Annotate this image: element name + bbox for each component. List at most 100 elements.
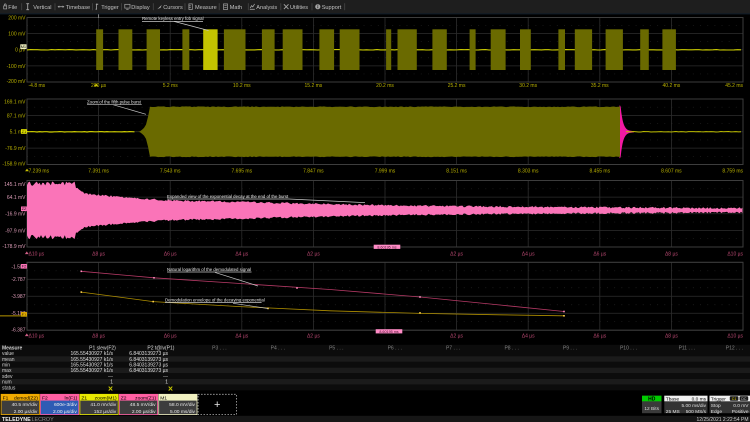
svg-text:35.2 ms: 35.2 ms <box>591 83 609 89</box>
svg-text:Measure: Measure <box>195 5 217 11</box>
svg-text:Δ8 µs: Δ8 µs <box>665 251 678 257</box>
svg-text:Zoom of the fifth pulse burst: Zoom of the fifth pulse burst <box>87 99 142 104</box>
svg-text:7.695 ms: 7.695 ms <box>232 169 253 175</box>
svg-text:600e-3/div: 600e-3/div <box>54 402 77 408</box>
svg-text:Δ10 µs: Δ10 µs <box>727 251 743 257</box>
svg-text:-16.9 mV: -16.9 mV <box>5 212 26 218</box>
svg-text:zoom(M1): zoom(M1) <box>95 395 117 401</box>
svg-text:200 mV: 200 mV <box>8 15 26 21</box>
svg-text:40.5 mV/div: 40.5 mV/div <box>12 402 38 408</box>
svg-text:-3.987: -3.987 <box>11 294 25 300</box>
svg-text:Trigger: Trigger <box>101 5 119 11</box>
svg-text:M1: M1 <box>160 395 167 401</box>
svg-text:0.0 ms: 0.0 ms <box>692 396 707 402</box>
svg-text:1: 1 <box>165 380 168 386</box>
svg-text:Z1: Z1 <box>81 395 87 401</box>
svg-text:7.999 ms: 7.999 ms <box>375 169 396 175</box>
svg-text:Edge: Edge <box>711 409 723 415</box>
svg-text:status: status <box>2 385 16 391</box>
svg-text:15.2 ms: 15.2 ms <box>305 83 323 89</box>
svg-text:LECROY: LECROY <box>32 417 55 422</box>
svg-text:145.1 mV: 145.1 mV <box>4 182 26 188</box>
svg-text:8.455 ms: 8.455 ms <box>590 169 611 175</box>
svg-text:25.2 ms: 25.2 ms <box>448 83 466 89</box>
svg-text:-6.387: -6.387 <box>11 327 25 333</box>
svg-text:Δ10 µs: Δ10 µs <box>29 333 45 339</box>
svg-text:Δ6 µs: Δ6 µs <box>593 333 606 339</box>
svg-text:Δ8 µs: Δ8 µs <box>665 333 678 339</box>
svg-text:5.00 ms/div: 5.00 ms/div <box>170 409 196 415</box>
svg-text:Remote keyless entry fob signa: Remote keyless entry fob signal <box>142 16 204 21</box>
svg-text:2.00 µs/div: 2.00 µs/div <box>14 409 38 415</box>
svg-text:500 MS/s: 500 MS/s <box>686 409 707 415</box>
svg-text:Expanded view of the exponenti: Expanded view of the exponential decay a… <box>167 194 289 199</box>
svg-text:+: + <box>214 399 220 411</box>
svg-text:8.303 ms: 8.303 ms <box>518 169 539 175</box>
svg-text:zoom(Z1): zoom(Z1) <box>135 395 156 401</box>
svg-text:Δ10 µs: Δ10 µs <box>727 333 743 339</box>
svg-text:58.0 mV/div: 58.0 mV/div <box>169 402 195 408</box>
svg-text:Positive: Positive <box>732 409 749 415</box>
svg-text:-178.9 mV: -178.9 mV <box>2 244 26 250</box>
svg-text:Math: Math <box>230 5 242 11</box>
svg-text:Δ2 µs: Δ2 µs <box>307 333 320 339</box>
svg-text:ln(F1): ln(F1) <box>65 395 78 401</box>
svg-text:12 Bits: 12 Bits <box>644 406 659 412</box>
svg-text:Δ10 µs: Δ10 µs <box>29 251 45 257</box>
svg-text:45.2 ms: 45.2 ms <box>725 83 743 89</box>
svg-text:Δ8 µs: Δ8 µs <box>92 333 105 339</box>
svg-text:Demodulation envelope of the d: Demodulation envelope of the decaying ex… <box>165 297 265 302</box>
svg-text:Trigger: Trigger <box>711 396 726 402</box>
svg-text:200 µs: 200 µs <box>91 83 107 89</box>
svg-text:-100 mV: -100 mV <box>7 64 27 70</box>
svg-text:-158.9 mV: -158.9 mV <box>2 162 26 168</box>
svg-text:P9 . . .: P9 . . . <box>563 345 577 351</box>
svg-text:P7 . . .: P7 . . . <box>446 345 460 351</box>
svg-text:P12 . . .: P12 . . . <box>726 345 743 351</box>
svg-text:Vertical: Vertical <box>33 5 51 11</box>
svg-text:41.0 mV/div: 41.0 mV/div <box>90 402 116 408</box>
svg-text:8.759 ms: 8.759 ms <box>722 169 743 175</box>
svg-text:48.5 mV/div: 48.5 mV/div <box>130 402 156 408</box>
svg-text:87.1 mV: 87.1 mV <box>7 113 26 119</box>
svg-text:40.2 ms: 40.2 ms <box>663 83 681 89</box>
svg-text:Z2: Z2 <box>22 206 27 211</box>
svg-text:7.543 ms: 7.543 ms <box>160 169 181 175</box>
svg-text:64.1 mV: 64.1 mV <box>7 195 26 201</box>
svg-text:Δ6 µs: Δ6 µs <box>164 251 177 257</box>
svg-text:Δ2 µs: Δ2 µs <box>450 251 463 257</box>
svg-text:-200 mV: -200 mV <box>7 79 27 85</box>
svg-text:F2: F2 <box>42 395 48 401</box>
svg-text:Stop: Stop <box>711 403 721 409</box>
svg-text:5.00 ms/div: 5.00 ms/div <box>681 403 706 409</box>
svg-text:P5 . . .: P5 . . . <box>329 345 343 351</box>
svg-text:7.391 ms: 7.391 ms <box>88 169 109 175</box>
svg-text:F2: F2 <box>22 264 27 269</box>
svg-text:2.00 µs/div: 2.00 µs/div <box>132 409 156 415</box>
svg-text:Δ4 µs: Δ4 µs <box>235 251 248 257</box>
svg-text:TELEDYNE: TELEDYNE <box>2 417 31 422</box>
svg-text:2.00 µs/div: 2.00 µs/div <box>53 409 77 415</box>
svg-text:Tbase: Tbase <box>666 396 680 402</box>
svg-text:0.0 mV: 0.0 mV <box>733 403 749 409</box>
svg-text:C1: C1 <box>732 397 737 401</box>
svg-text:Δ2 µs: Δ2 µs <box>307 251 320 257</box>
svg-text:100 mV: 100 mV <box>8 32 26 38</box>
svg-text:152 µs/div: 152 µs/div <box>94 409 117 415</box>
svg-text:20.2 ms: 20.2 ms <box>376 83 394 89</box>
svg-text:169.1 mV: 169.1 mV <box>4 100 26 106</box>
svg-text:25 MS: 25 MS <box>666 409 680 415</box>
svg-text:Analysis: Analysis <box>256 5 277 11</box>
svg-text:Natural logarithm of the demod: Natural logarithm of the demodulated sig… <box>167 267 251 272</box>
svg-text:Δ6 µs: Δ6 µs <box>593 251 606 257</box>
svg-text:P10 . . .: P10 . . . <box>620 345 637 351</box>
svg-text:P3 . . .: P3 . . . <box>212 345 226 351</box>
svg-text:Timebase: Timebase <box>66 5 90 11</box>
svg-text:-4.8 ms: -4.8 ms <box>29 83 46 89</box>
svg-text:12/25/2021 2:22:54 PM: 12/25/2021 2:22:54 PM <box>697 417 749 422</box>
svg-text:7.239 ms: 7.239 ms <box>29 169 50 175</box>
svg-text:demod(Z2): demod(Z2) <box>14 395 38 401</box>
svg-text:Δ6 µs: Δ6 µs <box>164 333 177 339</box>
svg-text:F1: F1 <box>3 395 9 401</box>
svg-text:8.60195 ms: 8.60195 ms <box>379 330 398 334</box>
